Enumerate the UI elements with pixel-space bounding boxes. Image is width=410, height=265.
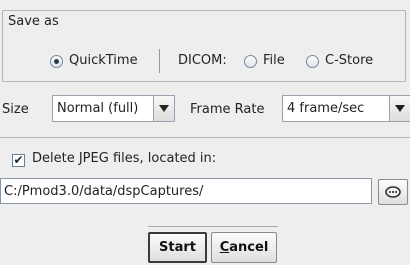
cancel-label-rest: ancel (229, 240, 269, 255)
cancel-mnemonic: C (219, 240, 230, 255)
start-button[interactable]: Start (148, 232, 207, 263)
size-combo-value: Normal (full) (57, 101, 139, 116)
size-combo[interactable]: Normal (full) (52, 95, 175, 122)
quicktime-radio[interactable] (50, 55, 63, 68)
path-field[interactable] (0, 178, 372, 204)
browse-button[interactable] (378, 179, 408, 205)
file-radio[interactable] (244, 55, 257, 68)
chevron-down-icon[interactable] (153, 96, 174, 121)
divider (148, 226, 278, 227)
dicom-label: DICOM: (178, 53, 227, 68)
delete-jpeg-checkbox[interactable]: ✔ (12, 154, 25, 167)
ellipsis-icon (385, 186, 401, 198)
cstore-label[interactable]: C-Store (325, 53, 373, 68)
frame-rate-combo-value: 4 frame/sec (287, 101, 365, 116)
cancel-button[interactable]: Cancel (211, 232, 277, 263)
file-label[interactable]: File (263, 53, 285, 68)
save-as-group: QuickTime DICOM: File C-Store (2, 10, 406, 82)
delete-jpeg-label[interactable]: Delete JPEG files, located in: (32, 151, 216, 166)
separator (159, 49, 160, 73)
path-input[interactable] (1, 179, 371, 203)
size-label: Size (2, 102, 29, 117)
quicktime-label[interactable]: QuickTime (69, 53, 138, 68)
frame-rate-label: Frame Rate (190, 102, 265, 117)
cstore-radio[interactable] (306, 55, 319, 68)
chevron-down-icon[interactable] (389, 96, 410, 121)
divider (0, 137, 410, 138)
save-as-title: Save as (6, 14, 61, 30)
frame-rate-combo[interactable]: 4 frame/sec (282, 95, 410, 122)
